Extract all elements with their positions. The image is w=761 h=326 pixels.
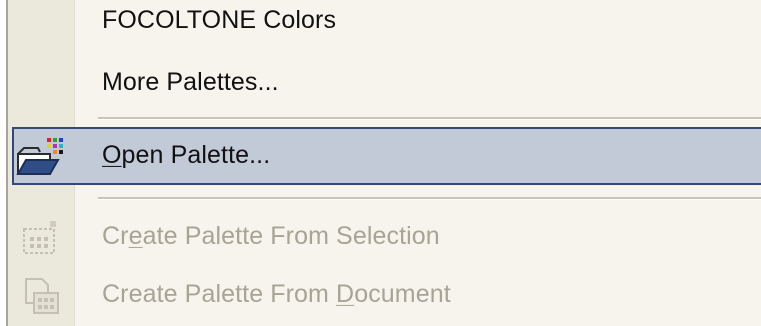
menu-item-more-palettes[interactable]: More Palettes... bbox=[0, 54, 761, 112]
menu-item-create-palette-from-selection[interactable]: Create Palette From Selection bbox=[0, 208, 761, 266]
menu-item-label: More Palettes... bbox=[102, 67, 279, 96]
menu-item-label: FOCOLTONE Colors bbox=[102, 5, 337, 34]
menu-separator bbox=[98, 117, 761, 120]
menu-item-create-palette-from-document[interactable]: Create Palette From Document bbox=[0, 266, 761, 324]
menu-item-focoltone-colors[interactable]: FOCOLTONE Colors bbox=[0, 0, 761, 50]
palette-from-document-icon bbox=[25, 278, 59, 314]
menu-item-open-palette[interactable]: Open Palette... bbox=[12, 127, 761, 185]
menu-item-label: Create Palette From Document bbox=[102, 279, 451, 308]
open-folder-palette-icon bbox=[16, 138, 63, 175]
context-menu: FOCOLTONE Colors More Palettes... Open P… bbox=[0, 0, 761, 326]
palette-from-selection-icon bbox=[23, 221, 56, 254]
menu-item-label: Open Palette... bbox=[102, 140, 271, 169]
menu-separator bbox=[98, 197, 761, 200]
menu-item-label: Create Palette From Selection bbox=[102, 221, 440, 250]
